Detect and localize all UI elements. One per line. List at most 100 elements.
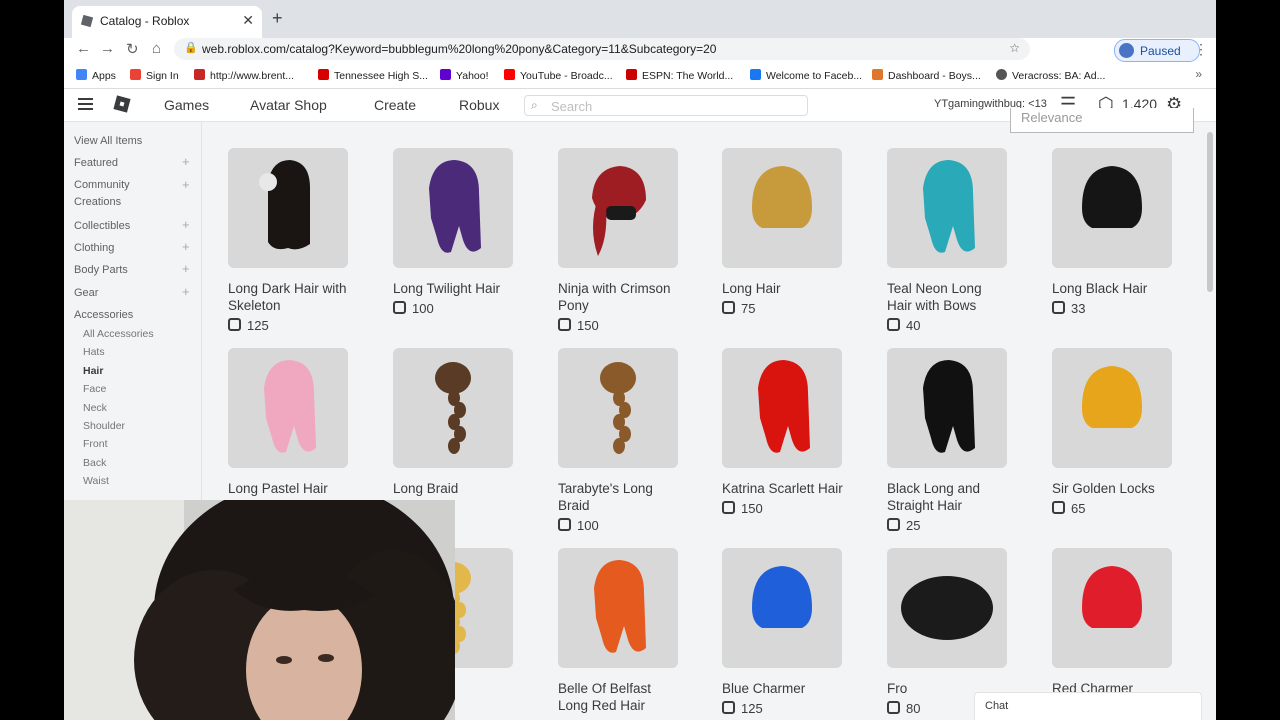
bookmark-youtube[interactable]: YouTube - Broadc... — [504, 69, 613, 82]
item-thumbnail[interactable] — [228, 348, 348, 468]
catalog-item-card[interactable]: Long Twilight Hair 100 — [393, 148, 515, 316]
sidebar-sub-face[interactable]: Face — [83, 383, 106, 395]
expand-featured-icon[interactable]: + — [182, 154, 190, 169]
catalog-item-card[interactable]: Belle Of Belfast Long Red HairFree — [558, 548, 680, 720]
sidebar-sub-neck[interactable]: Neck — [83, 402, 107, 414]
bookmark-espn[interactable]: ESPN: The World... — [626, 69, 733, 82]
item-thumbnail[interactable] — [887, 348, 1007, 468]
catalog-item-card[interactable]: Long Braid40 — [393, 348, 515, 516]
item-name[interactable]: Long Braid — [393, 480, 515, 497]
search-input[interactable] — [549, 97, 803, 115]
browser-menu-icon[interactable]: ⋮ — [1194, 41, 1208, 58]
item-thumbnail[interactable] — [887, 148, 1007, 268]
item-name[interactable]: Blue Charmer — [722, 680, 844, 697]
sidebar-item-clothing[interactable]: Clothing — [74, 240, 114, 257]
item-name[interactable]: Black Long and Straight Hair — [887, 480, 1009, 514]
item-thumbnail[interactable] — [722, 548, 842, 668]
sidebar-item-community-creations[interactable]: Community Creations — [74, 177, 154, 211]
expand-community-icon[interactable]: + — [182, 177, 190, 192]
item-name[interactable]: Long Black Hair — [1052, 280, 1174, 297]
catalog-item-card[interactable]: Black Long and Straight Hair 25 — [887, 348, 1009, 533]
catalog-item-card[interactable]: Tarabyte's Long Braid 100 — [558, 348, 680, 533]
bookmark-dashboard[interactable]: Dashboard - Boys... — [872, 69, 981, 82]
sidebar-item-featured[interactable]: Featured — [74, 155, 118, 172]
item-thumbnail[interactable] — [558, 148, 678, 268]
item-thumbnail[interactable] — [1052, 548, 1172, 668]
sidebar-sub-waist[interactable]: Waist — [83, 475, 109, 487]
catalog-item-card[interactable]: Katrina Scarlett Hair 150 — [722, 348, 844, 516]
sidebar-sub-hair[interactable]: Hair — [83, 365, 103, 377]
nav-create[interactable]: Create — [374, 97, 416, 113]
catalog-item-card[interactable]: Long Hair 75 — [722, 148, 844, 316]
catalog-item-card[interactable]: Fro 80 — [887, 548, 1009, 716]
item-name[interactable]: Belle Of Belfast Long Red Hair — [558, 680, 680, 714]
nav-robux[interactable]: Robux — [459, 97, 499, 113]
home-icon[interactable]: ⌂ — [152, 40, 161, 57]
expand-gear-icon[interactable]: + — [182, 284, 190, 299]
bookmark-apps[interactable]: Apps — [76, 69, 116, 82]
sidebar-item-body-parts[interactable]: Body Parts — [74, 262, 128, 279]
nav-avatar-shop[interactable]: Avatar Shop — [250, 97, 327, 113]
bookmark-sign-in[interactable]: Sign In — [130, 69, 179, 82]
sidebar-item-accessories[interactable]: Accessories — [74, 307, 133, 324]
item-thumbnail[interactable] — [393, 148, 513, 268]
sidebar-view-all[interactable]: View All Items — [74, 133, 142, 150]
bookmark-brent[interactable]: http://www.brent... — [194, 69, 294, 82]
sidebar-item-collectibles[interactable]: Collectibles — [74, 218, 130, 235]
item-name[interactable]: Teal Neon Long Hair with Bows — [887, 280, 1009, 314]
address-bar[interactable]: 🔒 web.roblox.com/catalog?Keyword=bubbleg… — [174, 38, 1030, 60]
item-name[interactable]: Ninja with Crimson Pony — [558, 280, 680, 314]
catalog-item-card[interactable]: Teal Neon Long Hair with Bows 40 — [887, 148, 1009, 333]
page-scrollbar[interactable] — [1204, 122, 1216, 720]
item-name[interactable]: Long Hair — [722, 280, 844, 297]
more-bookmarks-icon[interactable]: » — [1195, 67, 1202, 81]
item-thumbnail[interactable] — [228, 148, 348, 268]
sidebar-sub-front[interactable]: Front — [83, 438, 108, 450]
expand-clothing-icon[interactable]: + — [182, 239, 190, 254]
back-arrow-icon[interactable]: ← — [76, 40, 91, 57]
item-name[interactable]: Katrina Scarlett Hair — [722, 480, 844, 497]
catalog-item-card[interactable]: Sir Golden Locks 65 — [1052, 348, 1174, 516]
bookmark-star-icon[interactable]: ☆ — [1009, 41, 1020, 55]
catalog-item-card[interactable]: Long Pastel Hair100 — [228, 348, 350, 516]
catalog-item-card[interactable]: Blue Charmer 125 — [722, 548, 844, 716]
bookmark-yahoo[interactable]: Yahoo! — [440, 69, 489, 82]
item-thumbnail[interactable] — [722, 148, 842, 268]
item-name[interactable]: Sir Golden Locks — [1052, 480, 1174, 497]
chat-panel[interactable]: Chat — [974, 692, 1202, 720]
bookmark-tennessee[interactable]: Tennessee High S... — [318, 69, 428, 82]
catalog-item-card[interactable]: Ninja with Crimson Pony 150 — [558, 148, 680, 333]
tab-catalog[interactable]: Catalog - Roblox ✕ — [72, 6, 262, 38]
expand-body-parts-icon[interactable]: + — [182, 261, 190, 276]
bookmark-facebook[interactable]: Welcome to Faceb... — [750, 69, 862, 82]
sidebar-sub-all-accessories[interactable]: All Accessories — [83, 328, 154, 340]
item-thumbnail[interactable] — [1052, 348, 1172, 468]
profile-button[interactable]: Paused — [1114, 39, 1200, 62]
catalog-item-card[interactable]: Long Black Hair 33 — [1052, 148, 1174, 316]
hamburger-menu-icon[interactable] — [78, 98, 93, 110]
sort-dropdown[interactable]: Relevance — [1010, 108, 1194, 133]
item-name[interactable]: Long Dark Hair with Skeleton — [228, 280, 350, 314]
item-thumbnail[interactable] — [558, 548, 678, 668]
item-thumbnail[interactable] — [558, 348, 678, 468]
item-thumbnail[interactable] — [722, 348, 842, 468]
scrollbar-thumb[interactable] — [1207, 132, 1213, 292]
item-name[interactable]: Long Twilight Hair — [393, 280, 515, 297]
sidebar-sub-hats[interactable]: Hats — [83, 346, 105, 358]
forward-arrow-icon[interactable]: → — [100, 40, 115, 57]
sidebar-sub-shoulder[interactable]: Shoulder — [83, 420, 125, 432]
new-tab-button[interactable]: + — [272, 8, 283, 29]
sidebar-item-gear[interactable]: Gear — [74, 285, 98, 302]
reload-icon[interactable]: ↻ — [126, 40, 139, 58]
catalog-item-card[interactable]: Red Charmer — [1052, 548, 1174, 697]
close-tab-icon[interactable]: ✕ — [242, 12, 254, 29]
roblox-logo-icon[interactable] — [113, 95, 131, 113]
bookmark-veracross[interactable]: Veracross: BA: Ad... — [996, 69, 1105, 82]
sidebar-sub-back[interactable]: Back — [83, 457, 106, 469]
item-thumbnail[interactable] — [887, 548, 1007, 668]
item-thumbnail[interactable] — [1052, 148, 1172, 268]
nav-games[interactable]: Games — [164, 97, 209, 113]
catalog-item-card[interactable]: Long Dark Hair with Skeleton 125 — [228, 148, 350, 333]
item-name[interactable]: Tarabyte's Long Braid — [558, 480, 680, 514]
item-thumbnail[interactable] — [393, 348, 513, 468]
